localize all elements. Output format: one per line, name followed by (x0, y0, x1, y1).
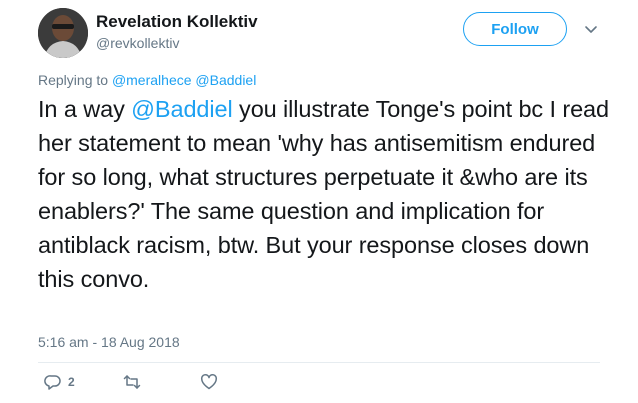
user-handle[interactable]: @revkollektiv (96, 35, 179, 51)
reply-mention-link[interactable]: @Baddiel (195, 72, 256, 88)
tweet-text-start: In a way (38, 96, 132, 122)
reply-icon (44, 375, 61, 390)
divider (38, 362, 600, 363)
reply-count: 2 (68, 375, 75, 389)
tweet-text: In a way @Baddiel you illustrate Tonge's… (38, 92, 618, 296)
like-button[interactable] (200, 373, 218, 391)
display-name[interactable]: Revelation Kollektiv (96, 12, 258, 32)
reply-context-prefix: Replying to (38, 72, 109, 88)
reply-context: Replying to @meralhece @Baddiel (38, 72, 256, 88)
follow-button[interactable]: Follow (463, 12, 567, 46)
heart-icon (201, 374, 217, 390)
retweet-button[interactable] (123, 373, 141, 391)
tweet-text-rest: you illustrate Tonge's point bc I read h… (38, 96, 609, 292)
tweet-timestamp[interactable]: 5:16 am - 18 Aug 2018 (38, 334, 180, 350)
retweet-icon (123, 375, 141, 389)
tweet-mention-link[interactable]: @Baddiel (131, 96, 233, 122)
chevron-down-icon[interactable] (584, 22, 598, 36)
avatar-image (38, 8, 88, 58)
reply-mention-link[interactable]: @meralhece (112, 72, 192, 88)
avatar[interactable] (38, 8, 88, 58)
reply-button[interactable]: 2 (44, 373, 75, 391)
